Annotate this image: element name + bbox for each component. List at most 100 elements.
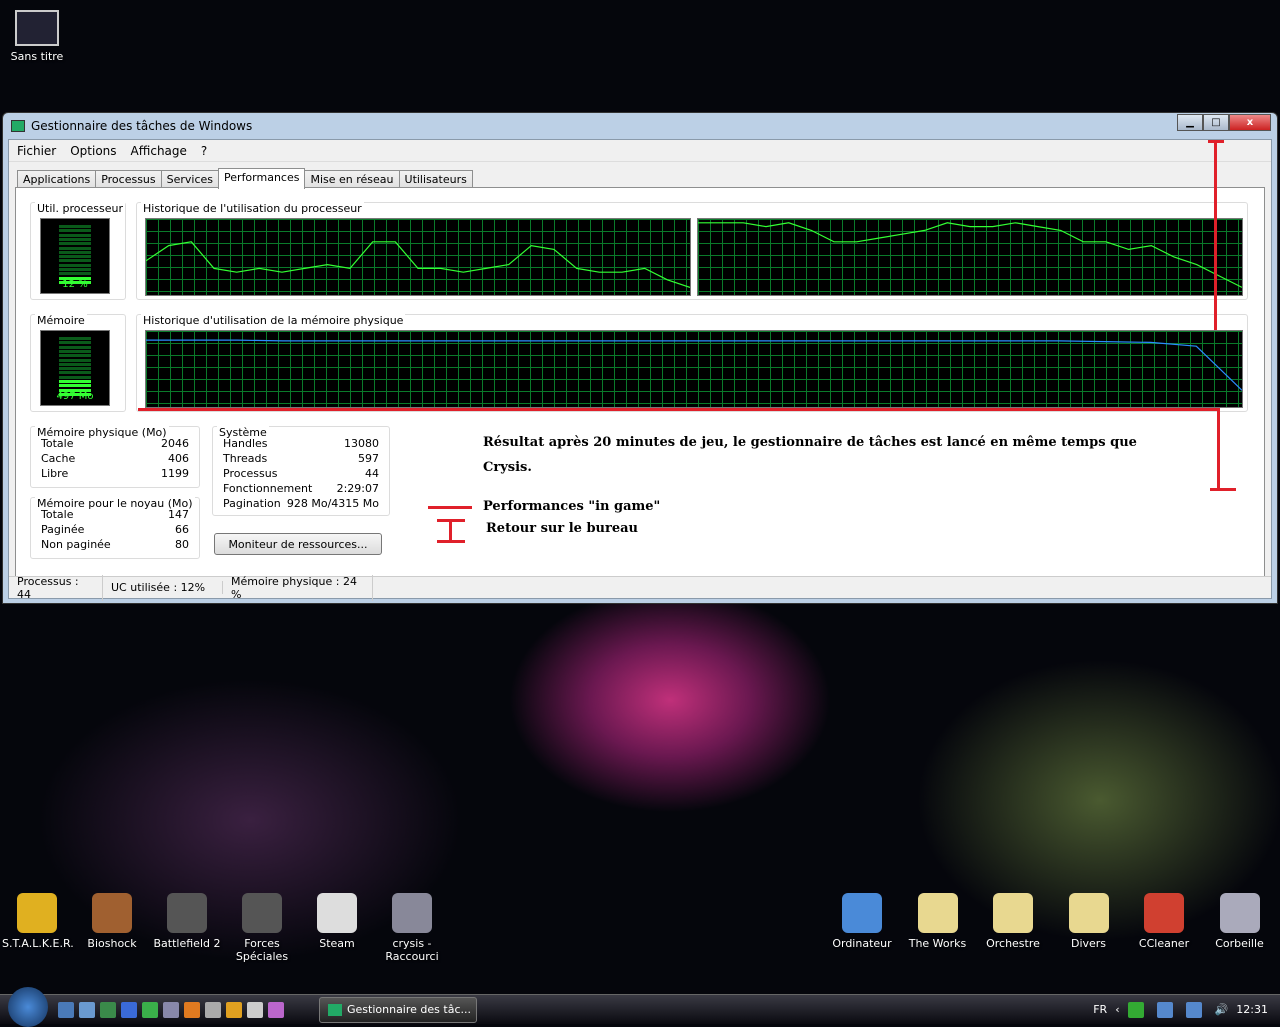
app-icon xyxy=(11,120,25,132)
meter-bar xyxy=(59,358,91,362)
meter-bar xyxy=(59,272,91,276)
shortcut-icon xyxy=(1144,893,1184,933)
desktop-shortcut[interactable]: Orchestre xyxy=(978,893,1048,950)
tab-utilisateurs[interactable]: Utilisateurs xyxy=(398,170,473,188)
taskbar-task-manager[interactable]: Gestionnaire des tâc... xyxy=(319,996,477,1023)
desktop-icon-label: Divers xyxy=(1070,937,1107,950)
status-memory: Mémoire physique : 24 % xyxy=(223,574,373,601)
menu-affichage[interactable]: Affichage xyxy=(131,144,187,158)
desktop-icon-sans-titre[interactable]: Sans titre xyxy=(2,10,72,63)
task-manager-icon[interactable] xyxy=(100,1001,116,1018)
desktop-shortcut[interactable]: Ordinateur xyxy=(827,893,897,950)
stat-row: Threads 597 xyxy=(223,452,379,467)
stat-row: Fonctionnement 2:29:07 xyxy=(223,482,379,497)
stat-label: Libre xyxy=(41,467,69,480)
show-hidden-icons-chevron-icon[interactable]: ‹ xyxy=(1115,1003,1119,1016)
system-group: Système Handles 13080 Threads 597 Processus 44… xyxy=(212,426,390,516)
status-bar: Processus : 44 UC utilisée : 12% Mémoire… xyxy=(9,574,1271,601)
legend-desktop: Retour sur le bureau xyxy=(486,521,638,536)
menu-options[interactable]: Options xyxy=(70,144,116,158)
tab-processus[interactable]: Processus xyxy=(95,170,162,188)
title-bar[interactable]: Gestionnaire des tâches de Windows xyxy=(3,113,1277,139)
desktop-shortcut[interactable]: Forces Spéciales xyxy=(227,893,297,963)
desktop-shortcut[interactable]: Corbeille xyxy=(1205,893,1275,950)
stat-row: Libre 1199 xyxy=(41,467,189,482)
desktop-shortcut[interactable]: S.T.A.L.K.E.R. xyxy=(2,893,74,950)
quick-launch xyxy=(58,1001,289,1018)
desktop-icon-label: Steam xyxy=(319,937,355,950)
shortcut-icon xyxy=(92,893,132,933)
meter-bar xyxy=(59,233,91,237)
task-label: Gestionnaire des tâc... xyxy=(347,1003,471,1016)
app-icon[interactable] xyxy=(205,1001,221,1018)
group-title: Système xyxy=(217,426,269,439)
tray-app-icon[interactable] xyxy=(1127,1001,1144,1018)
stat-value: 406 xyxy=(168,452,189,465)
menu-help[interactable]: ? xyxy=(201,144,207,158)
tab-services[interactable]: Services xyxy=(160,170,220,188)
menu-fichier[interactable]: Fichier xyxy=(17,144,56,158)
desktop-shortcut[interactable]: Divers xyxy=(1054,893,1124,950)
start-button[interactable] xyxy=(8,986,48,1027)
minimize-button[interactable]: ▁ xyxy=(1177,114,1203,131)
shortcut-icon xyxy=(1219,893,1260,933)
resource-monitor-button[interactable]: Moniteur de ressources... xyxy=(214,533,382,555)
desktop-shortcut[interactable]: crysis - Raccourci xyxy=(377,893,447,963)
stat-value: 2:29:07 xyxy=(336,482,379,495)
app-icon[interactable] xyxy=(247,1001,263,1018)
volume-icon[interactable]: 🔊 xyxy=(1215,1003,1229,1016)
shortcut-icon xyxy=(167,893,207,933)
stat-value: 44 xyxy=(365,467,379,480)
shortcut-icon xyxy=(242,893,282,933)
ie-icon[interactable] xyxy=(121,1001,137,1018)
tray-security-icon[interactable] xyxy=(1156,1001,1173,1018)
meter-bar xyxy=(59,259,91,263)
close-button[interactable]: x xyxy=(1229,114,1271,131)
desktop-shortcut[interactable]: Steam xyxy=(302,893,372,950)
network-icon[interactable] xyxy=(1185,1001,1202,1018)
tab-applications[interactable]: Applications xyxy=(17,170,97,188)
memory-history-graph xyxy=(145,330,1243,408)
meter-bar xyxy=(59,341,91,345)
memory-label: Mémoire xyxy=(35,314,87,327)
desktop-icon-label: Bioshock xyxy=(87,937,137,950)
player-icon[interactable] xyxy=(226,1001,242,1018)
meter-bar xyxy=(59,225,91,228)
meter-bar xyxy=(59,276,91,280)
meter-bar xyxy=(59,384,91,388)
stat-value: 13080 xyxy=(344,437,379,450)
meter-bar xyxy=(59,354,91,358)
messenger-icon[interactable] xyxy=(142,1001,158,1018)
desktop-shortcut[interactable]: Bioshock xyxy=(77,893,147,950)
switch-windows-icon[interactable] xyxy=(79,1001,95,1018)
maximize-button[interactable]: □ xyxy=(1203,114,1229,131)
task-manager-icon xyxy=(328,1003,342,1016)
stat-label: Totale xyxy=(41,437,74,450)
language-indicator[interactable]: FR xyxy=(1093,1003,1107,1016)
legend-bracket-marker xyxy=(437,540,465,543)
tab-mise-en-reseau[interactable]: Mise en réseau xyxy=(304,170,400,188)
stat-row: Totale 147 xyxy=(41,508,189,523)
firefox-icon[interactable] xyxy=(184,1001,200,1018)
clock[interactable]: 12:31 xyxy=(1236,1003,1268,1016)
meter-bar xyxy=(59,371,91,375)
meter-bar xyxy=(59,229,91,233)
meter-bar xyxy=(59,375,91,379)
desktop-icon-label: Ordinateur xyxy=(832,937,892,950)
stat-label: Fonctionnement xyxy=(223,482,313,495)
stat-value: 147 xyxy=(168,508,189,521)
desktop-shortcut[interactable]: Battlefield 2 xyxy=(152,893,222,950)
paint-icon[interactable] xyxy=(268,1001,284,1018)
tab-performances[interactable]: Performances xyxy=(218,168,306,189)
stat-value: 1199 xyxy=(161,467,189,480)
stat-label: Non paginée xyxy=(41,538,111,551)
shortcut-icon xyxy=(993,893,1033,933)
media-icon[interactable] xyxy=(163,1001,179,1018)
show-desktop-icon[interactable] xyxy=(58,1001,74,1018)
desktop-shortcut[interactable]: The Works xyxy=(903,893,973,950)
annotation-red-line xyxy=(1210,488,1236,491)
meter-bar xyxy=(59,392,91,396)
annotation-red-line xyxy=(138,408,1220,411)
desktop-shortcut[interactable]: CCleaner xyxy=(1129,893,1199,950)
meter-bar xyxy=(59,246,91,250)
